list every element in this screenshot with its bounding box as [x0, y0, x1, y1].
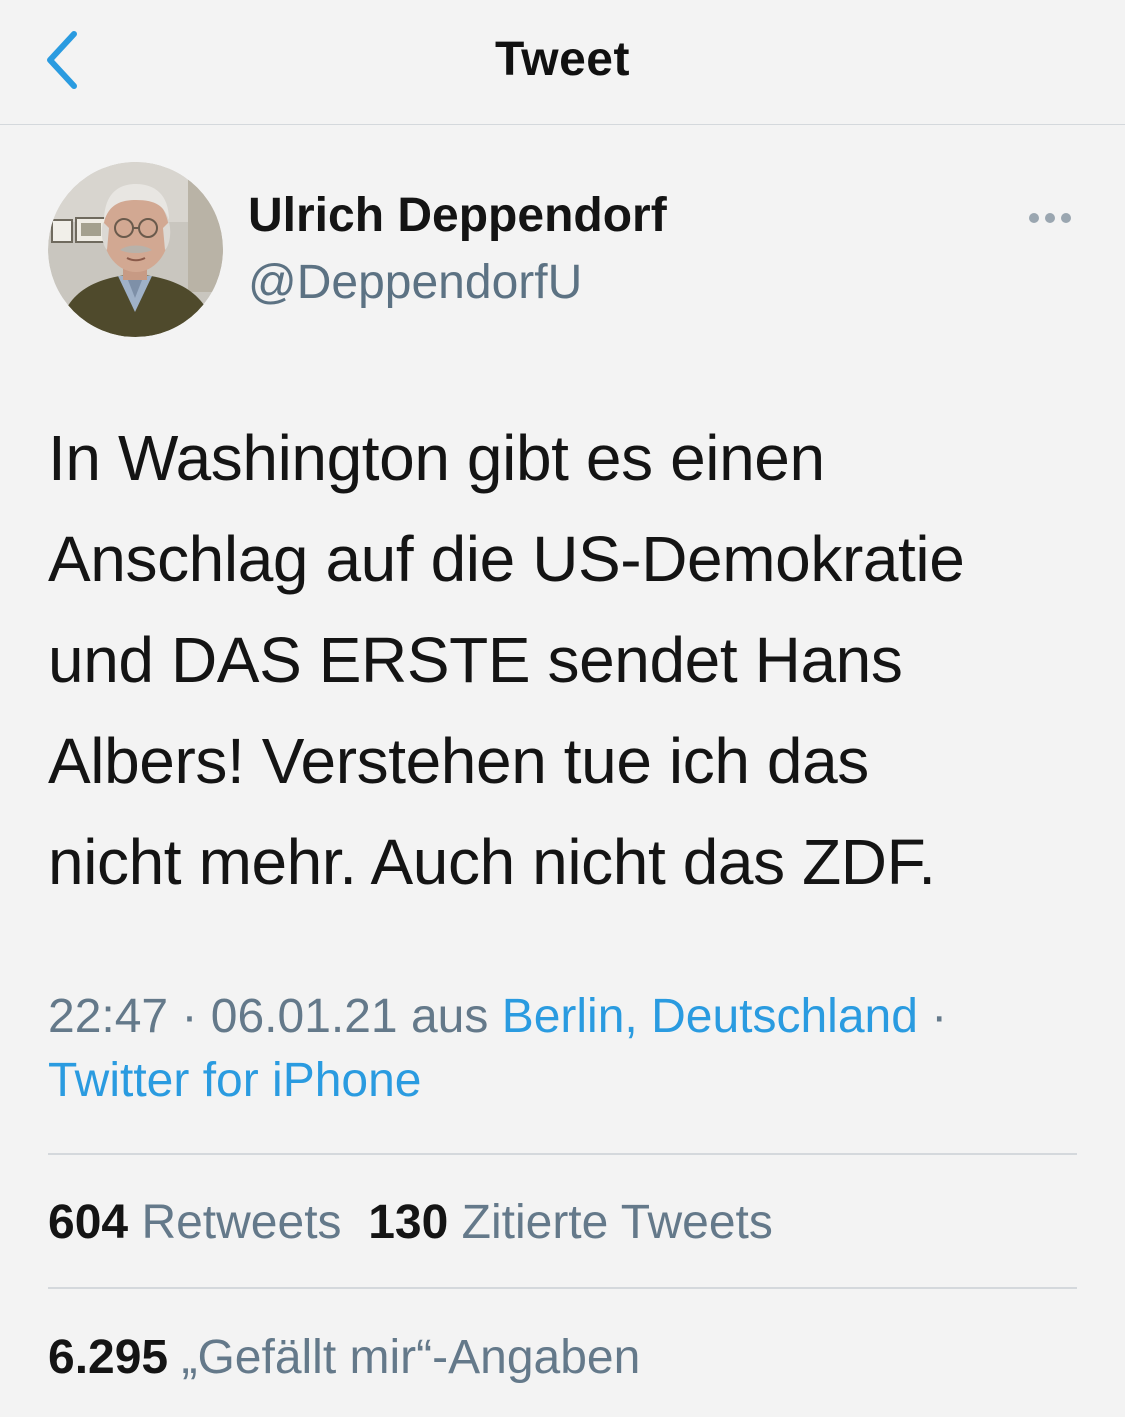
retweets-label: Retweets — [141, 1196, 342, 1249]
likes-count: 6.295 — [48, 1331, 169, 1384]
retweet-stats: 604 Retweets 130 Zitierte Tweets — [48, 1195, 773, 1250]
profile-photo — [48, 162, 223, 337]
tweet-text-line: In Washington gibt es einen — [48, 422, 825, 494]
likes-stats: 6.295 „Gefällt mir“-Angaben — [48, 1330, 640, 1385]
meta-separator: · — [917, 990, 948, 1043]
quotes-label: Zitierte Tweets — [461, 1196, 773, 1249]
navigation-bar: Tweet — [0, 0, 1125, 125]
tweet-date: 06.01.21 — [210, 990, 398, 1043]
retweets-stat[interactable]: 604 Retweets — [48, 1196, 342, 1249]
likes-stat[interactable]: 6.295 „Gefällt mir“-Angaben — [48, 1331, 640, 1384]
quotes-stat[interactable]: 130 Zitierte Tweets — [368, 1196, 773, 1249]
likes-label: „Gefällt mir“-Angaben — [181, 1331, 641, 1384]
divider — [48, 1287, 1077, 1289]
divider — [48, 1153, 1077, 1155]
tweet-time: 22:47 — [48, 990, 169, 1043]
avatar[interactable] — [48, 162, 223, 337]
from-label: aus — [397, 990, 502, 1043]
retweets-count: 604 — [48, 1196, 129, 1249]
more-options-button[interactable] — [1022, 200, 1078, 236]
tweet-text-line: Albers! Verstehen tue ich das — [48, 725, 869, 797]
ellipsis-icon — [1029, 213, 1071, 223]
quotes-count: 130 — [368, 1196, 449, 1249]
tweet-meta: 22:47 · 06.01.21 aus Berlin, Deutschland… — [48, 985, 1088, 1113]
tweet-text-line: nicht mehr. Auch nicht das ZDF. — [48, 826, 936, 898]
author-handle[interactable]: @DeppendorfU — [248, 255, 582, 310]
tweet-text-line: Anschlag auf die US-Demokratie — [48, 523, 965, 595]
meta-separator: · — [168, 990, 211, 1043]
source-link[interactable]: Twitter for iPhone — [48, 1054, 422, 1107]
tweet-text-line: und DAS ERSTE sendet Hans — [48, 624, 903, 696]
page-title: Tweet — [495, 33, 630, 86]
location-link[interactable]: Berlin, Deutschland — [502, 990, 918, 1043]
author-name[interactable]: Ulrich Deppendorf — [248, 188, 667, 243]
tweet-detail-screen: Tweet Ulrich Deppendorf @DeppendorfU In … — [0, 0, 1125, 1417]
tweet-text: In Washington gibt es einen Anschlag auf… — [48, 408, 1088, 913]
